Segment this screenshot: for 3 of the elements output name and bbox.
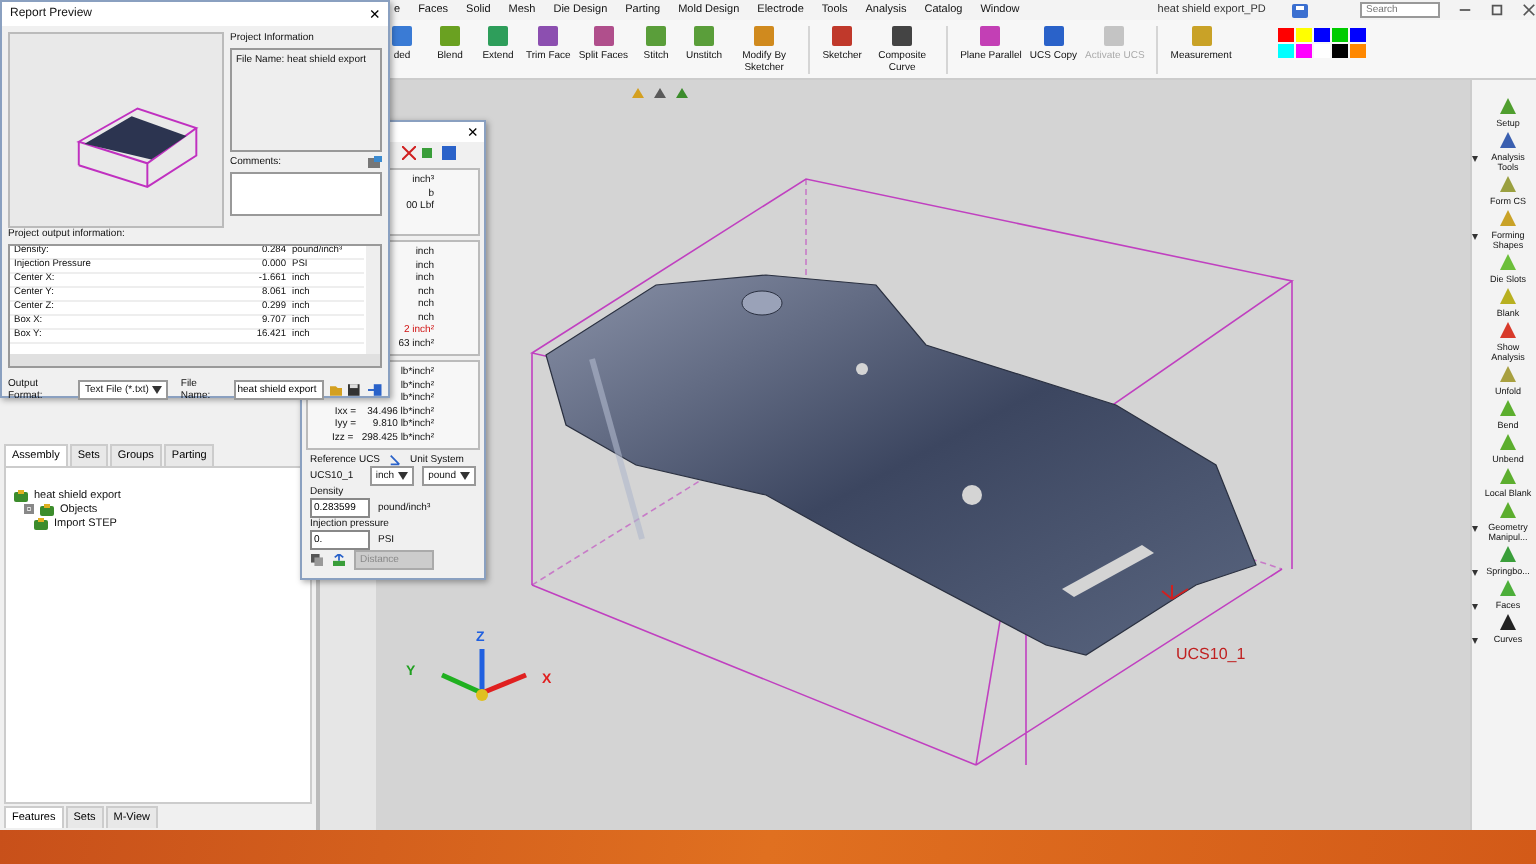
close-button[interactable]: ×: [369, 4, 380, 24]
ucs-label: UCS10_1: [1176, 645, 1246, 663]
close-button[interactable]: ×: [467, 122, 478, 142]
